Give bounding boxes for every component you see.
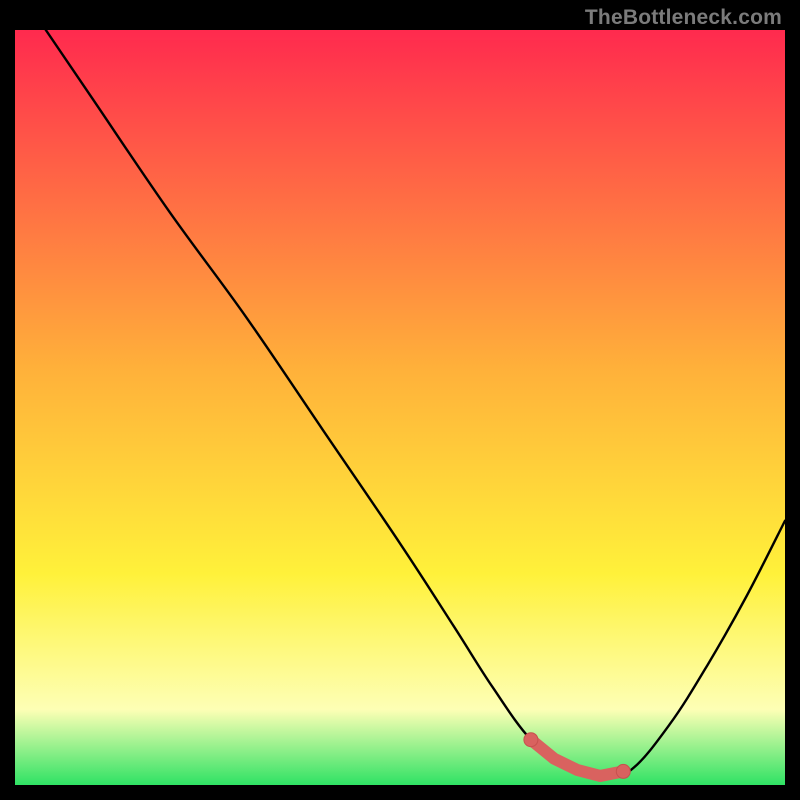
optimal-end-dot <box>616 764 630 778</box>
optimal-start-dot <box>524 733 538 747</box>
bottleneck-chart <box>15 30 785 785</box>
watermark-text: TheBottleneck.com <box>585 6 782 30</box>
chart-frame <box>15 30 785 785</box>
heatmap-background <box>15 30 785 785</box>
